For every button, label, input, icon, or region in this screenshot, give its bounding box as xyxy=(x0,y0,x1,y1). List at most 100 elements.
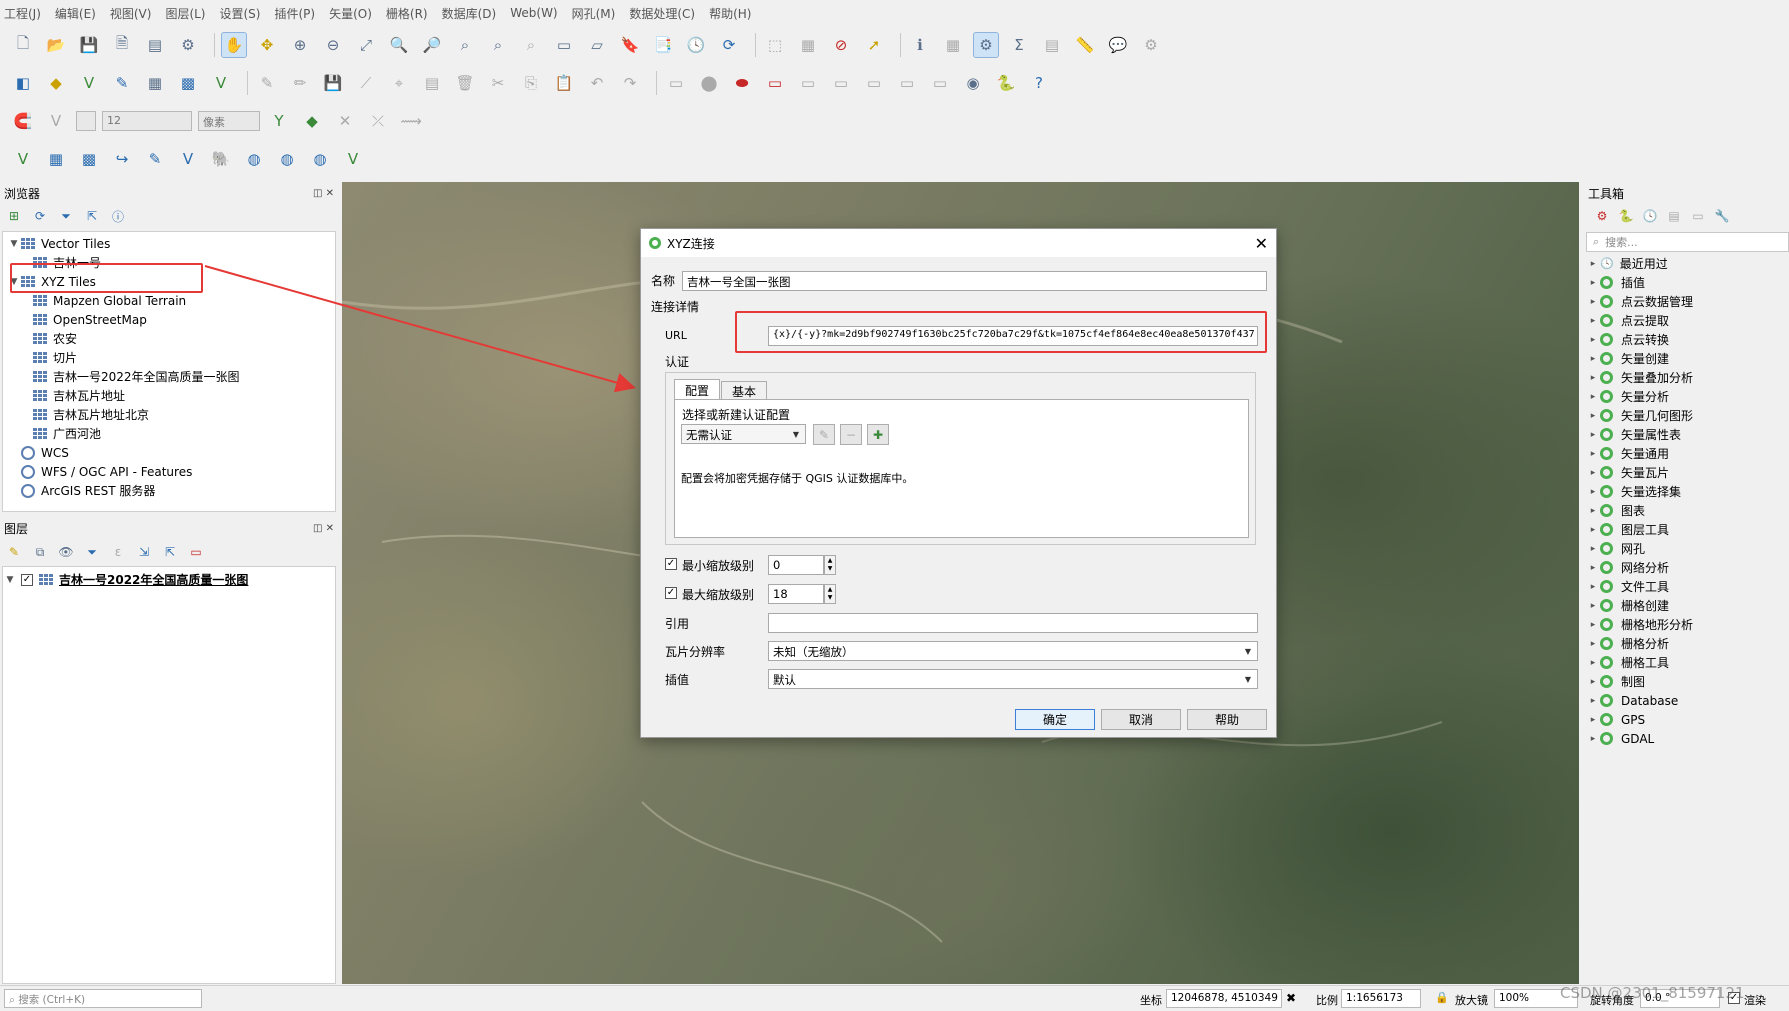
expand-arrow-icon[interactable]: ▸ xyxy=(1586,354,1600,364)
toolbox-item[interactable]: ▸ 矢量选择集 xyxy=(1586,482,1789,501)
browser-item[interactable]: 广西河池 xyxy=(3,424,335,443)
field-calculator-icon[interactable]: ▤ xyxy=(1039,32,1065,58)
zoom-layer-icon[interactable]: 🔎 xyxy=(419,32,445,58)
menu-item[interactable]: 视图(V) xyxy=(110,5,152,22)
expand-arrow-icon[interactable]: ▸ xyxy=(1586,449,1600,459)
add-wms-icon[interactable]: ◍ xyxy=(241,146,267,172)
attribute-table-icon[interactable]: ▦ xyxy=(940,32,966,58)
refresh-icon[interactable]: ⟳ xyxy=(716,32,742,58)
max-zoom-input[interactable]: 18 xyxy=(768,584,824,604)
tab-basic[interactable]: 基本 xyxy=(721,381,767,400)
new-project-icon[interactable]: 🗋 xyxy=(10,32,36,58)
browser-item[interactable]: Mapzen Global Terrain xyxy=(3,291,335,310)
options-wrench-icon[interactable]: 🔧 xyxy=(1714,208,1730,224)
auth-config-select[interactable]: 无需认证 ▼ xyxy=(681,424,806,444)
browser-item[interactable]: WCS xyxy=(3,443,335,462)
edit-pencil-icon[interactable]: ✎ xyxy=(254,70,280,96)
toolbox-item[interactable]: ▸ 栅格地形分析 xyxy=(1586,615,1789,634)
expand-all-icon[interactable]: ⇲ xyxy=(136,544,152,560)
name-input[interactable]: 吉林一号全国一张图 xyxy=(682,271,1267,291)
referer-input[interactable] xyxy=(768,613,1258,633)
tile-resolution-select[interactable]: 未知（无缩放） ▼ xyxy=(768,641,1258,661)
expand-arrow-icon[interactable]: ▸ xyxy=(1586,525,1600,535)
paste-icon[interactable]: 📋 xyxy=(551,70,577,96)
coordinate-input[interactable]: 12046878, 4510349 xyxy=(1166,989,1282,1008)
edit-auth-icon[interactable]: ✎ xyxy=(813,424,835,445)
pan-hand-icon[interactable]: ✋ xyxy=(221,32,247,58)
add-auth-icon[interactable]: ✚ xyxy=(867,424,889,445)
expand-arrow-icon[interactable]: ▸ xyxy=(1586,601,1600,611)
scale-input[interactable]: 1:1656173 xyxy=(1341,989,1421,1008)
interpolation-select[interactable]: 默认 ▼ xyxy=(768,669,1258,689)
open-project-icon[interactable]: 📂 xyxy=(43,32,69,58)
menu-item[interactable]: 设置(S) xyxy=(220,5,261,22)
add-feature-icon[interactable]: ⟋ xyxy=(353,70,379,96)
trace-icon[interactable]: ⟿ xyxy=(398,108,424,134)
expand-arrow-icon[interactable]: ▸ xyxy=(1586,582,1600,592)
add-virtual-layer-icon[interactable]: ↪ xyxy=(109,146,135,172)
cut-icon[interactable]: ✂ xyxy=(485,70,511,96)
snapping-type-box[interactable] xyxy=(76,111,96,131)
add-wfs-icon[interactable]: ◍ xyxy=(307,146,333,172)
browser-item[interactable]: ▼ Vector Tiles xyxy=(3,234,335,253)
tab-config[interactable]: 配置 xyxy=(674,379,720,400)
zoom-out-icon[interactable]: ⊖ xyxy=(320,32,346,58)
plugin-gear-icon[interactable]: ⚙ xyxy=(1138,32,1164,58)
measure-icon[interactable]: 📏 xyxy=(1072,32,1098,58)
label-abc-icon[interactable]: ▭ xyxy=(762,70,788,96)
label-show-icon[interactable]: ▭ xyxy=(894,70,920,96)
menu-item[interactable]: 编辑(E) xyxy=(55,5,96,22)
toolbox-item[interactable]: ▸ 点云转换 xyxy=(1586,330,1789,349)
toolbox-item[interactable]: ▸ 点云提取 xyxy=(1586,311,1789,330)
locator-search-input[interactable]: ⌕ 搜索 (Ctrl+K) xyxy=(4,989,202,1008)
add-selected-icon[interactable]: ⊞ xyxy=(6,208,22,224)
expand-arrow-icon[interactable]: ▸ xyxy=(1586,468,1600,478)
add-spatialite-icon[interactable]: V xyxy=(175,146,201,172)
toolbox-item[interactable]: ▸ 栅格分析 xyxy=(1586,634,1789,653)
results-icon[interactable]: ▤ xyxy=(1666,208,1682,224)
zoom-native-icon[interactable]: ⌕ xyxy=(452,32,478,58)
processing-icon[interactable]: ⚙ xyxy=(973,32,999,58)
toolbox-item[interactable]: ▸ GDAL xyxy=(1586,729,1789,748)
toolbox-item[interactable]: ▸ 点云数据管理 xyxy=(1586,292,1789,311)
remove-auth-icon[interactable]: − xyxy=(840,424,862,445)
plugin-globe-icon[interactable]: ◉ xyxy=(960,70,986,96)
min-zoom-spinner[interactable]: ▲ ▼ xyxy=(824,555,836,575)
expand-arrow-icon[interactable]: ▸ xyxy=(1586,734,1600,744)
toolbox-item[interactable]: ▸ GPS xyxy=(1586,710,1789,729)
panel-close-icon[interactable]: ◫ ✕ xyxy=(313,188,334,199)
print-layout-icon[interactable]: ▤ xyxy=(142,32,168,58)
copy-icon[interactable]: ⎘ xyxy=(518,70,544,96)
label-move-icon[interactable]: ▭ xyxy=(795,70,821,96)
toolbox-item[interactable]: ▸ Database xyxy=(1586,691,1789,710)
label-rotate-icon[interactable]: ▭ xyxy=(828,70,854,96)
add-mesh-layer-icon[interactable]: ▩ xyxy=(76,146,102,172)
layers-close-icon[interactable]: ◫ ✕ xyxy=(313,523,334,534)
browser-item[interactable]: 吉林一号2022年全国高质量一张图 xyxy=(3,367,335,386)
select-value-icon[interactable]: ▦ xyxy=(795,32,821,58)
browser-item[interactable]: ArcGIS REST 服务器 xyxy=(3,481,335,500)
models-icon[interactable]: ⚙ xyxy=(1594,208,1610,224)
avoid-overlap-icon[interactable]: ◆ xyxy=(299,108,325,134)
toolbox-item[interactable]: ▸ 图表 xyxy=(1586,501,1789,520)
filter-expression-icon[interactable]: ε xyxy=(110,544,126,560)
menu-item[interactable]: 工程(J) xyxy=(4,5,41,22)
menu-item[interactable]: 插件(P) xyxy=(274,5,315,22)
toolbox-item[interactable]: ▸ 矢量叠加分析 xyxy=(1586,368,1789,387)
toggle-extents-icon[interactable]: ✖ xyxy=(1286,991,1296,1005)
toolbox-item[interactable]: ▸ 栅格创建 xyxy=(1586,596,1789,615)
vertex-tool-icon[interactable]: ⌖ xyxy=(386,70,412,96)
temporal-icon[interactable]: 🕓 xyxy=(683,32,709,58)
map-tips-icon[interactable]: 💬 xyxy=(1105,32,1131,58)
expand-arrow-icon[interactable]: ▸ xyxy=(1586,658,1600,668)
add-raster-icon[interactable]: ▦ xyxy=(142,70,168,96)
style-icon[interactable]: ✎ xyxy=(6,544,22,560)
lock-scale-icon[interactable]: 🔒 xyxy=(1435,991,1449,1004)
history-icon[interactable]: 🕓 xyxy=(1642,208,1658,224)
toolbox-item[interactable]: ▸ 网孔 xyxy=(1586,539,1789,558)
browser-item[interactable]: OpenStreetMap xyxy=(3,310,335,329)
redo-icon[interactable]: ↷ xyxy=(617,70,643,96)
expand-arrow-icon[interactable]: ▸ xyxy=(1586,620,1600,630)
zoom-full-icon[interactable]: ⤢ xyxy=(353,32,379,58)
browser-item[interactable]: 吉林瓦片地址 xyxy=(3,386,335,405)
